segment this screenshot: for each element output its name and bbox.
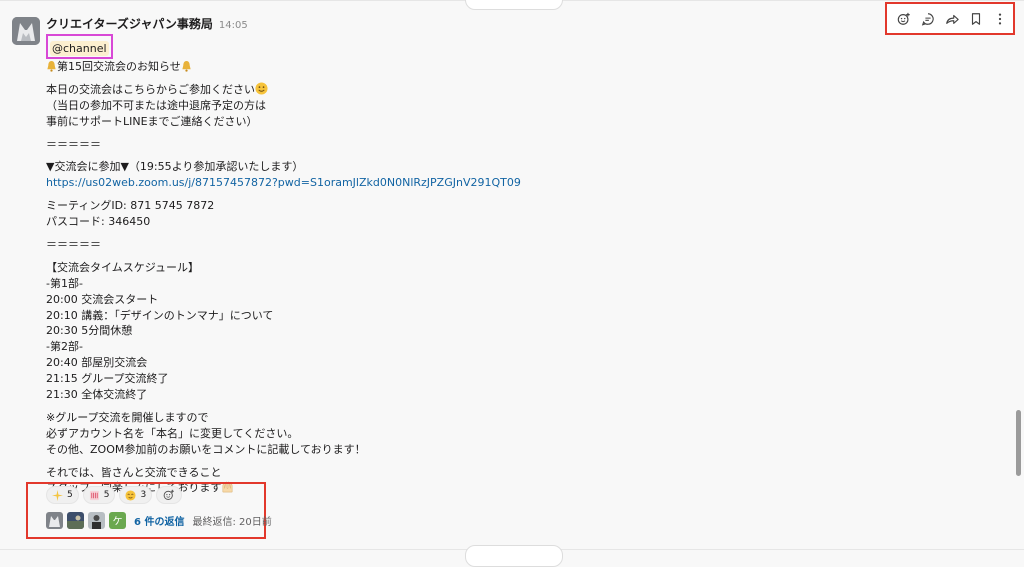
reply-in-thread-icon[interactable] — [920, 11, 936, 27]
wolf-avatar-icon — [46, 512, 63, 529]
join-heading: ▼交流会に参加▼（19:55より参加承認いたします） — [46, 160, 304, 174]
svg-text:ケ: ケ — [113, 516, 123, 528]
reply-avatar[interactable] — [46, 512, 63, 529]
passcode: パスコード: 346450 — [46, 215, 151, 229]
zoom-link[interactable]: https://us02web.zoom.us/j/87157457872?pw… — [46, 175, 986, 191]
add-reaction-button[interactable] — [156, 486, 183, 504]
clap-icon — [89, 490, 99, 500]
message-header: クリエイターズジャパン事務局 14:05 — [46, 15, 986, 33]
message-actions-bar — [885, 2, 1015, 35]
reply-avatar[interactable]: ケ — [109, 512, 126, 529]
schedule-item: 20:00 交流会スタート — [46, 292, 159, 306]
more-actions-icon[interactable] — [992, 11, 1008, 27]
text-line: （当日の参加不可または途中退席予定の方は — [46, 98, 266, 112]
channel-mention[interactable]: @channel — [50, 41, 109, 56]
message: クリエイターズジャパン事務局 14:05 @channel 第15回交流会のお知… — [46, 15, 986, 496]
closing-line: それでは、皆さんと交流できること — [46, 465, 222, 479]
letter-avatar-icon: ケ — [109, 512, 126, 529]
reaction-clap[interactable]: 5 — [82, 486, 116, 504]
reply-count-link[interactable]: 6 件の返信 — [134, 513, 184, 528]
sender-name[interactable]: クリエイターズジャパン事務局 — [46, 15, 213, 32]
announcement-line: 第15回交流会のお知らせ — [46, 59, 986, 75]
wolf-avatar-icon — [12, 17, 40, 45]
date-divider-pill-bottom[interactable] — [465, 545, 563, 567]
schedule-item: -第2部- — [46, 340, 83, 354]
schedule-item: 21:15 グループ交流終了 — [46, 372, 169, 386]
note-line: 必ずアカウント名を「本名」に変更してください。 — [46, 426, 299, 440]
date-divider-pill[interactable] — [465, 0, 563, 10]
schedule-item: 20:10 講義：「デザインのトンマナ」について — [46, 308, 274, 322]
schedule-item: 20:30 5分間休憩 — [46, 324, 133, 338]
scrollbar-thumb[interactable] — [1016, 410, 1021, 476]
reaction-count: 5 — [67, 490, 73, 500]
note-line: ※グループ交流を開催しますので — [46, 410, 209, 424]
reaction-count: 5 — [103, 490, 110, 500]
text-line: 事前にサポートLINEまでご連絡ください） — [46, 114, 258, 128]
invite-line: 本日の交流会はこちらからご参加ください — [46, 82, 986, 98]
add-reaction-icon[interactable] — [896, 11, 912, 27]
message-time[interactable]: 14:05 — [219, 20, 248, 31]
add-emoji-icon — [163, 489, 175, 500]
mention-highlight-box: @channel — [46, 34, 113, 59]
reactions-bar: 5 5 3 — [46, 486, 183, 504]
thread-replies[interactable]: ケ 6 件の返信 最終返信: 20日前 — [46, 512, 272, 529]
reply-avatar[interactable] — [67, 512, 84, 529]
reaction-count: 3 — [140, 490, 147, 500]
relieved-face-icon — [125, 489, 137, 501]
separator-line: ＝＝＝＝＝ — [46, 238, 101, 252]
schedule-item: 20:40 部屋別交流会 — [46, 356, 148, 370]
note-line: その他、ZOOM参加前のお願いをコメントに記載しております！ — [46, 442, 366, 456]
bell-icon — [182, 60, 191, 72]
invite-text: 本日の交流会はこちらからご参加ください — [46, 82, 255, 96]
bookmark-icon[interactable] — [968, 11, 984, 27]
smile-icon — [255, 82, 268, 95]
sender-avatar[interactable] — [12, 17, 40, 45]
schedule-item: 21:30 全体交流終了 — [46, 388, 148, 402]
announcement-text: 第15回交流会のお知らせ — [57, 60, 181, 73]
sparkles-icon — [52, 489, 63, 501]
last-reply-time: 最終返信: 20日前 — [192, 517, 272, 528]
reaction-sparkles[interactable]: 5 — [46, 486, 79, 504]
share-icon[interactable] — [944, 11, 960, 27]
bell-icon — [47, 60, 56, 72]
meeting-id: ミーティングID: 871 5745 7872 — [46, 199, 215, 213]
reaction-relieved[interactable]: 3 — [119, 486, 153, 504]
reply-avatar[interactable] — [88, 512, 105, 529]
schedule-heading: 【交流会タイムスケジュール】 — [46, 260, 200, 274]
person-avatar-icon — [88, 512, 105, 529]
schedule-item: -第1部- — [46, 276, 83, 290]
separator-line: ＝＝＝＝＝ — [46, 137, 101, 151]
photo-avatar-icon — [67, 512, 84, 529]
